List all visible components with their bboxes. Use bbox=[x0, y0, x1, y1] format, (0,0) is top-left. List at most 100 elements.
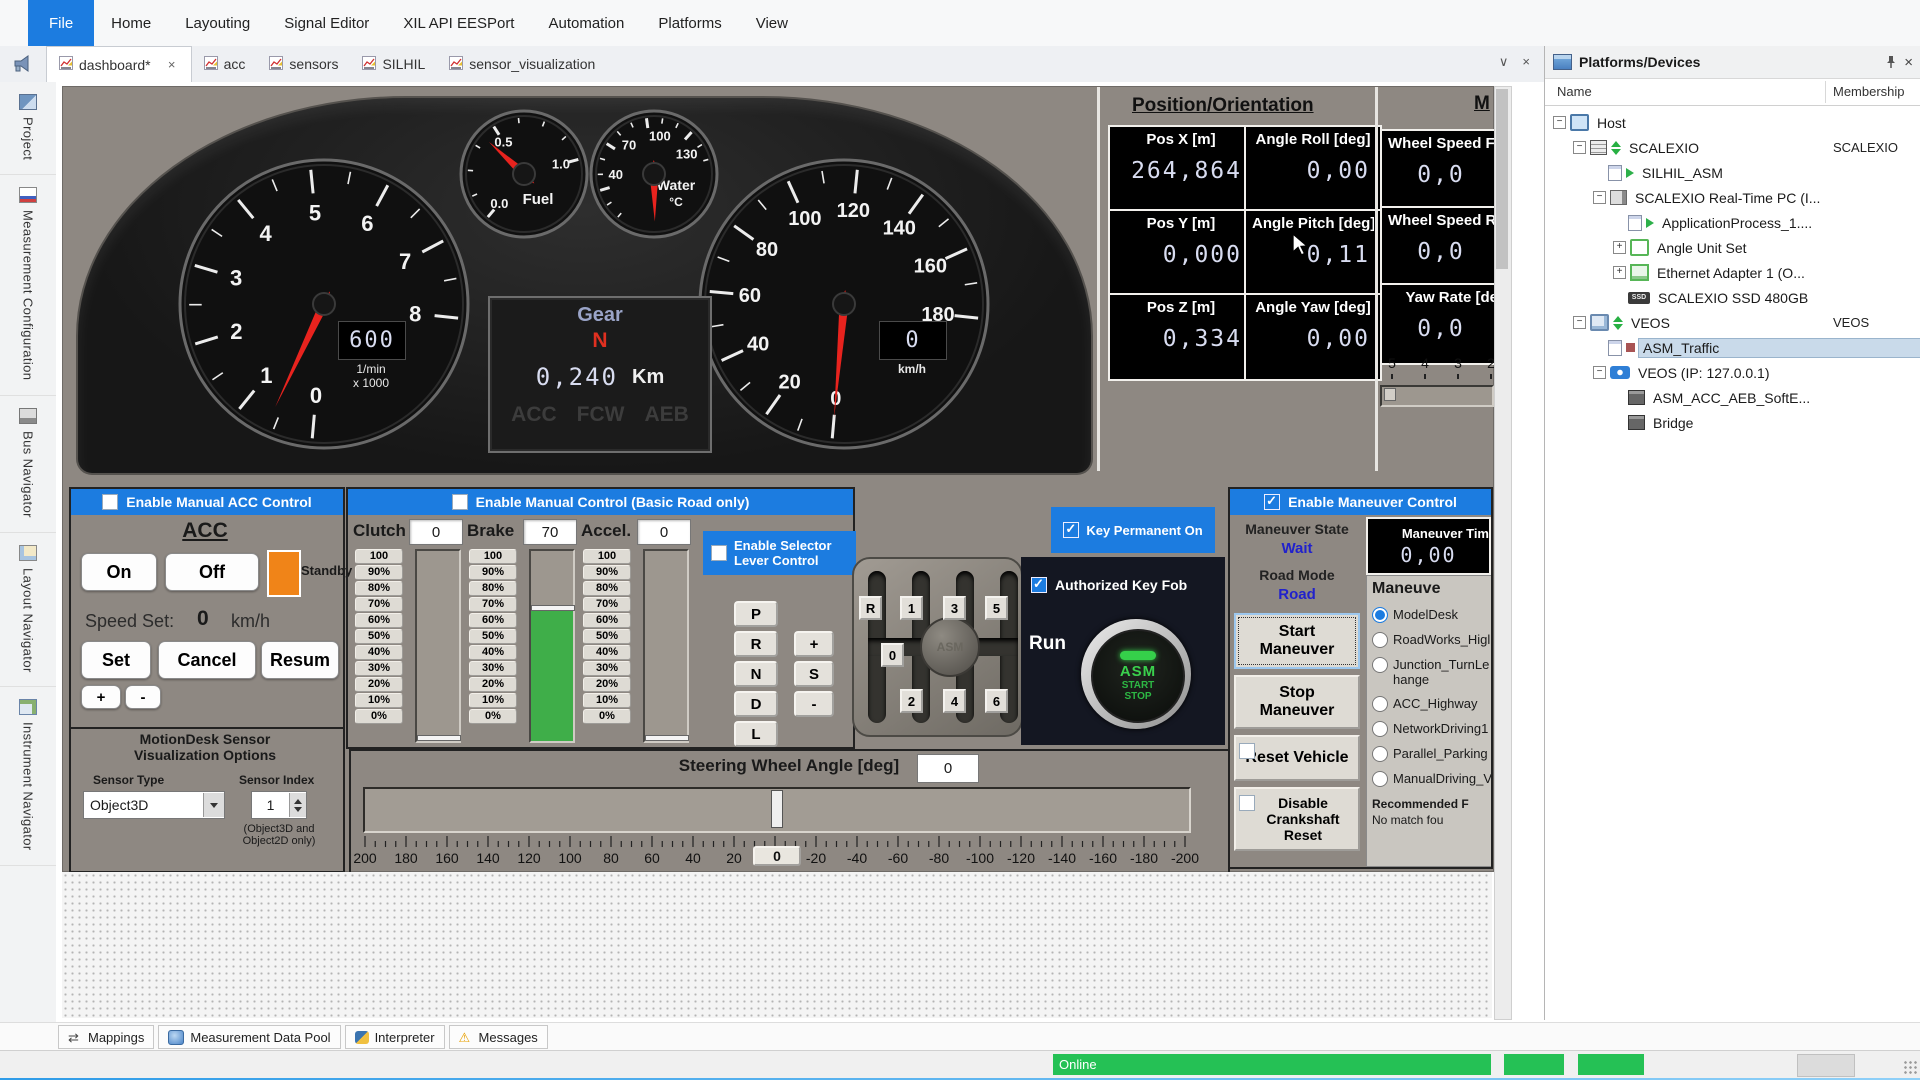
percent-button-40[interactable]: 40% bbox=[469, 645, 517, 660]
percent-button-60[interactable]: 60% bbox=[355, 613, 403, 628]
pedal-value-input[interactable]: 70 bbox=[523, 519, 577, 545]
shifter-gate-5[interactable]: 5 bbox=[985, 596, 1008, 620]
percent-button-80[interactable]: 80% bbox=[583, 581, 631, 596]
rail-item-project[interactable]: Project bbox=[0, 82, 56, 175]
acc-resume-button[interactable]: Resum bbox=[261, 641, 339, 679]
tab-acc[interactable]: acc bbox=[192, 46, 258, 82]
shifter-gate-3[interactable]: 3 bbox=[943, 596, 966, 620]
menu-item-view[interactable]: View bbox=[739, 0, 805, 46]
acc-set-button[interactable]: Set bbox=[81, 641, 151, 679]
maneuver-option[interactable]: NetworkDriving1 bbox=[1372, 721, 1493, 737]
radio-unselected[interactable] bbox=[1372, 696, 1388, 712]
bottom-tab-messages[interactable]: Messages bbox=[449, 1025, 548, 1049]
tab-sensors[interactable]: sensors bbox=[257, 46, 350, 82]
maneuver-option[interactable]: ModelDesk bbox=[1372, 607, 1493, 623]
pin-icon[interactable] bbox=[1885, 55, 1897, 69]
steering-slider[interactable] bbox=[363, 787, 1191, 833]
tab-sensor_visualization[interactable]: sensor_visualization bbox=[437, 46, 607, 82]
rail-item-layout-navigator[interactable]: Layout Navigator bbox=[0, 533, 56, 688]
pedal-slider[interactable] bbox=[415, 549, 461, 743]
percent-button-80[interactable]: 80% bbox=[469, 581, 517, 596]
percent-button-10[interactable]: 10% bbox=[583, 693, 631, 708]
rail-item-bus-navigator[interactable]: Bus Navigator bbox=[0, 396, 56, 533]
tree-row-scalexio-real-time-pc-i-[interactable]: SCALEXIO Real-Time PC (I... bbox=[1545, 185, 1920, 210]
menu-item-home[interactable]: Home bbox=[94, 0, 168, 46]
tab-SILHIL[interactable]: SILHIL bbox=[350, 46, 437, 82]
resize-grip[interactable] bbox=[1903, 1060, 1917, 1074]
percent-button-60[interactable]: 60% bbox=[469, 613, 517, 628]
selector-side-button-plus[interactable]: + bbox=[794, 631, 834, 657]
percent-button-0[interactable]: 0% bbox=[355, 709, 403, 724]
wheel-mini-slider[interactable] bbox=[1380, 385, 1494, 407]
tree-row-veos[interactable]: VEOSVEOS bbox=[1545, 310, 1920, 335]
percent-button-20[interactable]: 20% bbox=[583, 677, 631, 692]
selector-side-button-minus[interactable]: - bbox=[794, 691, 834, 717]
percent-button-90[interactable]: 90% bbox=[469, 565, 517, 580]
percent-button-30[interactable]: 30% bbox=[583, 661, 631, 676]
pedal-slider[interactable] bbox=[529, 549, 575, 743]
percent-button-100[interactable]: 100 bbox=[355, 549, 403, 564]
tree-row-host[interactable]: Host bbox=[1545, 110, 1920, 135]
name-column-header[interactable]: Name bbox=[1557, 84, 1592, 99]
percent-button-90[interactable]: 90% bbox=[355, 565, 403, 580]
rail-item-instrument-navigator[interactable]: Instrument Navigator bbox=[0, 687, 56, 866]
tree-row-veos-ip-127-0-0-1-[interactable]: VEOS (IP: 127.0.0.1) bbox=[1545, 360, 1920, 385]
membership-column-header[interactable]: Membership bbox=[1833, 84, 1905, 99]
pedal-value-input[interactable]: 0 bbox=[409, 519, 463, 545]
expand-icon[interactable] bbox=[1613, 241, 1626, 254]
percent-button-50[interactable]: 50% bbox=[583, 629, 631, 644]
percent-button-30[interactable]: 30% bbox=[355, 661, 403, 676]
maneuver-option[interactable]: ACC_Highway bbox=[1372, 696, 1493, 712]
close-tab-icon[interactable] bbox=[165, 58, 179, 72]
pedal-slider[interactable] bbox=[643, 549, 689, 743]
shifter-gate-4[interactable]: 4 bbox=[943, 689, 966, 713]
menu-item-automation[interactable]: Automation bbox=[531, 0, 641, 46]
chevron-down-icon[interactable] bbox=[203, 793, 224, 817]
expand-icon[interactable] bbox=[1613, 266, 1626, 279]
selector-side-button-S[interactable]: S bbox=[794, 661, 834, 687]
key-permanent-checkbox[interactable] bbox=[1063, 522, 1079, 538]
tree-row-scalexio-ssd-480gb[interactable]: SCALEXIO SSD 480GB bbox=[1545, 285, 1920, 310]
disable-crankshaft-checkbox[interactable] bbox=[1239, 795, 1255, 811]
tree-row-silhil_asm[interactable]: SILHIL_ASM bbox=[1545, 160, 1920, 185]
bottom-tab-measurement-data-pool[interactable]: Measurement Data Pool bbox=[158, 1025, 340, 1049]
maneuver-option[interactable]: RoadWorks_Higl bbox=[1372, 632, 1493, 648]
steering-slider-handle[interactable] bbox=[771, 790, 783, 828]
pedal-value-input[interactable]: 0 bbox=[637, 519, 691, 545]
selector-button-R[interactable]: R bbox=[734, 631, 778, 657]
tab-dashboard[interactable]: dashboard* bbox=[46, 46, 192, 82]
percent-button-90[interactable]: 90% bbox=[583, 565, 631, 580]
acc-cancel-button[interactable]: Cancel bbox=[158, 641, 256, 679]
acc-on-button[interactable]: On bbox=[81, 553, 157, 591]
shifter-knob[interactable]: ASM bbox=[920, 617, 980, 677]
collapse-icon[interactable] bbox=[1573, 141, 1586, 154]
sensor-index-stepper[interactable]: 1 bbox=[251, 791, 307, 819]
menu-item-layouting[interactable]: Layouting bbox=[168, 0, 267, 46]
tree-row-applicationprocess_1-[interactable]: ApplicationProcess_1.... bbox=[1545, 210, 1920, 235]
percent-button-0[interactable]: 0% bbox=[469, 709, 517, 724]
collapse-icon[interactable] bbox=[1593, 366, 1606, 379]
percent-button-60[interactable]: 60% bbox=[583, 613, 631, 628]
stop-maneuver-button[interactable]: Stop Maneuver bbox=[1234, 675, 1360, 729]
stepper-arrows-icon[interactable] bbox=[289, 793, 306, 817]
menu-item-xil-api-eesport[interactable]: XIL API EESPort bbox=[386, 0, 531, 46]
bottom-tab-mappings[interactable]: Mappings bbox=[58, 1025, 154, 1049]
shifter-gate-0[interactable]: 0 bbox=[881, 643, 904, 667]
reset-vehicle-checkbox[interactable] bbox=[1239, 743, 1255, 759]
percent-button-80[interactable]: 80% bbox=[355, 581, 403, 596]
tree-row-asm_acc_aeb_softe-[interactable]: ASM_ACC_AEB_SoftE... bbox=[1545, 385, 1920, 410]
start-maneuver-button[interactable]: Start Maneuver bbox=[1234, 613, 1360, 669]
radio-unselected[interactable] bbox=[1372, 771, 1388, 787]
tree-row-scalexio[interactable]: SCALEXIOSCALEXIO bbox=[1545, 135, 1920, 160]
shifter-gate-6[interactable]: 6 bbox=[985, 689, 1008, 713]
reset-vehicle-button[interactable]: Reset Vehicle bbox=[1234, 735, 1360, 781]
radio-selected[interactable] bbox=[1372, 607, 1388, 623]
percent-button-20[interactable]: 20% bbox=[469, 677, 517, 692]
percent-button-10[interactable]: 10% bbox=[469, 693, 517, 708]
selector-button-D[interactable]: D bbox=[734, 691, 778, 717]
pedal-slider-handle[interactable] bbox=[531, 605, 575, 611]
engine-start-stop-button[interactable]: ASM START STOP bbox=[1081, 619, 1191, 729]
percent-button-40[interactable]: 40% bbox=[355, 645, 403, 660]
percent-button-70[interactable]: 70% bbox=[583, 597, 631, 612]
menu-item-signal-editor[interactable]: Signal Editor bbox=[267, 0, 386, 46]
